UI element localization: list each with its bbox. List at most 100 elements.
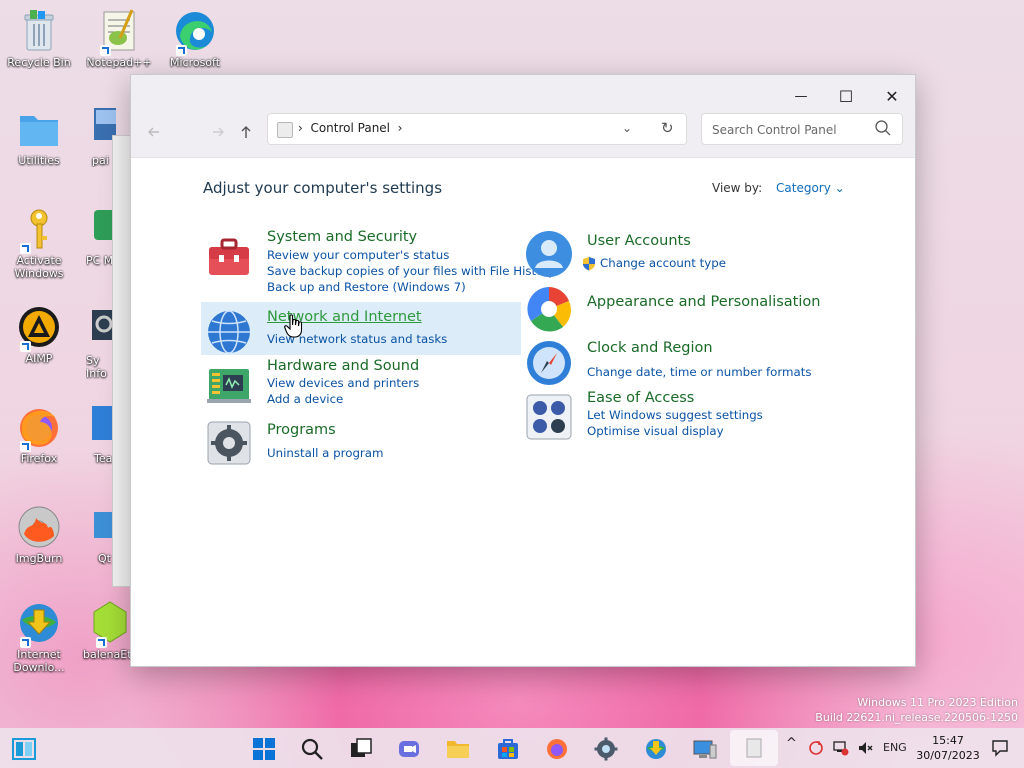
category-title[interactable]: Hardware and Sound bbox=[267, 358, 419, 374]
maximize-button[interactable]: ☐ bbox=[823, 81, 869, 111]
imgburn-icon bbox=[16, 504, 62, 550]
shortcut-arrow-icon bbox=[100, 45, 111, 56]
store-button[interactable] bbox=[493, 734, 523, 764]
address-bar[interactable]: › Control Panel › ⌄ ↻ bbox=[267, 113, 687, 145]
desktop-icon-recycle-bin[interactable]: Recycle Bin bbox=[6, 8, 72, 69]
volume-muted-icon[interactable] bbox=[857, 740, 873, 756]
file-explorer-button[interactable] bbox=[443, 734, 473, 764]
category-title[interactable]: Programs bbox=[267, 422, 336, 438]
desktop-icon-internet-download-manager[interactable]: Internet Downlo... bbox=[6, 600, 72, 674]
desktop-icon-label: ImgBurn bbox=[15, 552, 63, 565]
search-input[interactable] bbox=[710, 120, 874, 140]
widgets-icon bbox=[12, 738, 36, 760]
task-view-icon bbox=[351, 738, 372, 757]
forward-button[interactable] bbox=[205, 119, 231, 145]
control-panel-taskbar-button[interactable] bbox=[730, 730, 778, 766]
desktop-icon-firefox[interactable]: Firefox bbox=[6, 404, 72, 465]
aimp-icon bbox=[16, 304, 62, 352]
category-link[interactable]: Add a device bbox=[267, 392, 343, 406]
taskbar: ^ ENG 15:47 30/07/2023 bbox=[0, 728, 1024, 768]
folder-icon bbox=[16, 106, 62, 152]
desktop-icon-imgburn[interactable]: ImgBurn bbox=[6, 504, 72, 565]
desktop-icon-label: AIMP bbox=[25, 352, 53, 365]
idm-taskbar-button[interactable] bbox=[641, 734, 671, 764]
task-view-button[interactable] bbox=[346, 734, 376, 764]
category-clock-and-region: Clock and Region Change date, time or nu… bbox=[525, 339, 865, 387]
key-icon bbox=[16, 206, 62, 254]
category-title[interactable]: Clock and Region bbox=[587, 340, 713, 356]
forward-arrow-icon bbox=[213, 127, 224, 137]
title-bar: — ☐ ✕ › Control Panel › ⌄ ↻ bbox=[131, 75, 915, 158]
category-link[interactable]: Let Windows suggest settings bbox=[587, 408, 763, 422]
category-link[interactable]: Uninstall a program bbox=[267, 446, 384, 460]
view-by-dropdown[interactable]: Category ⌄ bbox=[776, 181, 845, 195]
network-icon[interactable] bbox=[833, 740, 849, 756]
up-arrow-icon bbox=[241, 126, 251, 138]
up-button[interactable] bbox=[233, 119, 259, 145]
category-title[interactable]: User Accounts bbox=[587, 233, 691, 249]
category-hardware-and-sound: Hardware and Sound View devices and prin… bbox=[205, 358, 525, 409]
language-indicator[interactable]: ENG bbox=[883, 741, 907, 754]
recycle-bin-icon bbox=[16, 8, 62, 54]
desktop-icon-label: Firefox bbox=[20, 452, 58, 465]
category-title[interactable]: System and Security bbox=[267, 229, 417, 245]
tray-sync-icon[interactable] bbox=[808, 740, 824, 756]
system-clock[interactable]: 15:47 30/07/2023 bbox=[915, 733, 981, 763]
store-icon bbox=[498, 739, 518, 759]
breadcrumb-trail-chevron[interactable]: › bbox=[398, 121, 403, 135]
page-title: Adjust your computer's settings bbox=[203, 179, 443, 197]
watermark-build: Build 22621.ni_release.220506-1250 bbox=[815, 711, 1018, 724]
desktop-icon-label: balenaEt bbox=[83, 648, 130, 661]
uac-shield-icon bbox=[583, 257, 595, 271]
category-title[interactable]: Appearance and Personalisation bbox=[587, 294, 820, 310]
desktop-icon-activate-windows[interactable]: Activate Windows bbox=[6, 206, 72, 280]
category-link[interactable]: Change date, time or number formats bbox=[587, 365, 812, 379]
desktop-icon-utilities[interactable]: Utilities bbox=[6, 106, 72, 167]
windows-edition-watermark: Windows 11 Pro 2023 Edition Build 22621.… bbox=[815, 695, 1018, 725]
category-link[interactable]: Change account type bbox=[600, 256, 726, 270]
notepadpp-icon bbox=[96, 8, 142, 56]
breadcrumb-control-panel[interactable]: Control Panel bbox=[310, 121, 390, 135]
edge-icon bbox=[172, 8, 218, 56]
category-title[interactable]: Ease of Access bbox=[587, 390, 694, 406]
category-link[interactable]: Review your computer's status bbox=[267, 248, 449, 262]
desktop-icon-notepadpp[interactable]: Notepad++ bbox=[86, 8, 152, 69]
category-link[interactable]: Optimise visual display bbox=[587, 424, 724, 438]
teams-chat-button[interactable] bbox=[394, 734, 424, 764]
desktop-icon-edge[interactable]: Microsoft bbox=[162, 8, 228, 69]
category-link[interactable]: Back up and Restore (Windows 7) bbox=[267, 280, 466, 294]
back-button[interactable] bbox=[141, 119, 167, 145]
search-box[interactable] bbox=[701, 113, 903, 145]
shortcut-arrow-icon bbox=[176, 45, 187, 56]
category-ease-of-access: Ease of Access Let Windows suggest setti… bbox=[525, 390, 865, 441]
firefox-taskbar-button[interactable] bbox=[542, 734, 572, 764]
desktop-icon-aimp[interactable]: AIMP bbox=[6, 304, 72, 365]
shortcut-arrow-icon bbox=[20, 637, 31, 648]
refresh-icon[interactable]: ↻ bbox=[661, 119, 674, 137]
search-icon[interactable] bbox=[874, 119, 892, 137]
desktop-icon-balena-etcher[interactable]: balenaEt bbox=[80, 600, 130, 661]
widgets-button[interactable] bbox=[9, 734, 39, 764]
notification-icon[interactable] bbox=[991, 739, 1009, 757]
address-dropdown-icon[interactable]: ⌄ bbox=[622, 121, 632, 135]
category-link[interactable]: Save backup copies of your files with Fi… bbox=[267, 264, 555, 278]
category-programs: Programs Uninstall a program bbox=[205, 419, 525, 467]
watermark-edition: Windows 11 Pro 2023 Edition bbox=[857, 696, 1018, 709]
desktop-icon-label: Internet Downlo... bbox=[13, 648, 65, 674]
globe-icon bbox=[208, 310, 250, 354]
category-link[interactable]: View devices and printers bbox=[267, 376, 419, 390]
close-button[interactable]: ✕ bbox=[869, 81, 915, 111]
clock-time: 15:47 bbox=[932, 734, 964, 747]
shortcut-arrow-icon bbox=[20, 341, 31, 352]
search-button[interactable] bbox=[297, 734, 327, 764]
desktop-icon-label: Activate Windows bbox=[14, 254, 64, 280]
programs-icon bbox=[207, 421, 251, 465]
view-by-label: View by: bbox=[712, 181, 763, 195]
system-info-taskbar-button[interactable] bbox=[690, 734, 720, 764]
settings-button[interactable] bbox=[591, 734, 621, 764]
minimize-button[interactable]: — bbox=[778, 81, 824, 111]
hardware-icon bbox=[207, 369, 251, 403]
tray-overflow-chevron-icon[interactable]: ^ bbox=[786, 736, 797, 751]
desktop-icon-label: Microsoft bbox=[169, 56, 221, 69]
start-button[interactable] bbox=[249, 734, 279, 764]
